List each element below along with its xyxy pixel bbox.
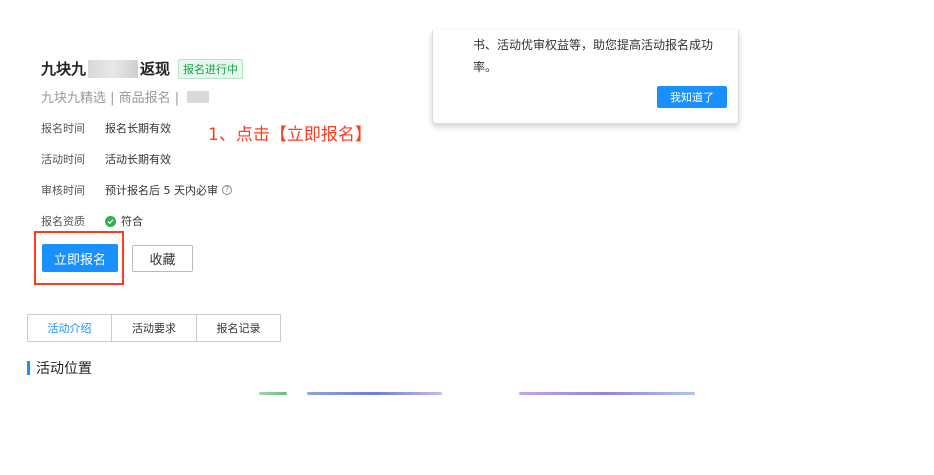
check-circle-icon bbox=[105, 215, 116, 227]
title-prefix: 九块九 bbox=[41, 60, 87, 78]
guide-popover: 书、活动优审权益等，助您提高活动报名成功率。 我知道了 bbox=[432, 30, 739, 124]
info-value: 报名长期有效 bbox=[105, 122, 171, 135]
blurred-content bbox=[259, 392, 287, 395]
info-value: 活动长期有效 bbox=[105, 153, 171, 166]
qualification-text: 符合 bbox=[121, 215, 143, 228]
activity-title: 九块九 返现 报名进行中 bbox=[41, 58, 244, 79]
review-time-text: 预计报名后 5 天内必审 bbox=[105, 184, 218, 197]
tab-requirements[interactable]: 活动要求 bbox=[112, 314, 197, 342]
info-value: 符合 bbox=[105, 213, 143, 229]
activity-subtitle: 九块九精选 | 商品报名 | bbox=[41, 87, 210, 106]
section-title: 活动位置 bbox=[27, 358, 92, 378]
tab-intro[interactable]: 活动介绍 bbox=[27, 314, 112, 342]
info-label: 审核时间 bbox=[41, 184, 85, 197]
info-row-signup-time: 报名时间 报名长期有效 bbox=[41, 120, 171, 136]
favorite-button[interactable]: 收藏 bbox=[132, 245, 193, 272]
blurred-content bbox=[519, 392, 695, 395]
section-accent-bar bbox=[27, 361, 30, 375]
tab-records[interactable]: 报名记录 bbox=[197, 314, 281, 342]
info-label: 活动时间 bbox=[41, 153, 85, 166]
signup-button[interactable]: 立即报名 bbox=[42, 244, 118, 272]
popover-text: 书、活动优审权益等，助您提高活动报名成功率。 bbox=[473, 38, 714, 74]
info-row-review-time: 审核时间 预计报名后 5 天内必审 ? bbox=[41, 182, 232, 198]
title-suffix: 返现 bbox=[140, 60, 171, 78]
help-circle-icon[interactable]: ? bbox=[222, 185, 232, 195]
annotation-text: 1、点击【立即报名】 bbox=[208, 125, 372, 145]
info-row-activity-time: 活动时间 活动长期有效 bbox=[41, 151, 171, 167]
subtitle-text: 九块九精选 | 商品报名 | bbox=[41, 91, 180, 106]
tab-bar: 活动介绍 活动要求 报名记录 bbox=[27, 314, 281, 342]
blurred-content bbox=[307, 392, 442, 395]
redacted-block bbox=[187, 90, 210, 103]
popover-confirm-button[interactable]: 我知道了 bbox=[657, 86, 727, 108]
status-badge: 报名进行中 bbox=[178, 58, 244, 79]
info-label: 报名资质 bbox=[41, 215, 85, 228]
section-title-text: 活动位置 bbox=[36, 361, 92, 377]
info-row-qualification: 报名资质 符合 bbox=[41, 213, 143, 229]
info-label: 报名时间 bbox=[41, 122, 85, 135]
info-value: 预计报名后 5 天内必审 ? bbox=[105, 182, 232, 198]
redacted-block bbox=[88, 59, 139, 78]
